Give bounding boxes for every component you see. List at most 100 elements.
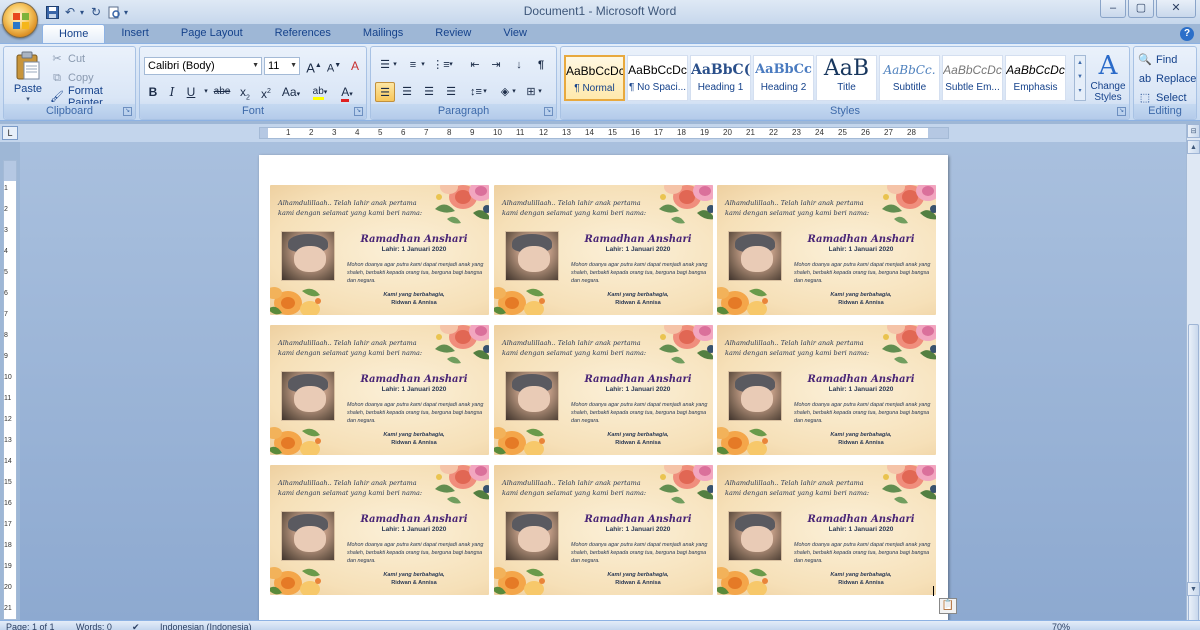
line-spacing-dropdown-icon[interactable]: ▾ bbox=[481, 82, 489, 102]
birth-date: Lahir: 1 Januari 2020 bbox=[828, 386, 894, 393]
baby-name: Ramadhan Anshari bbox=[807, 514, 915, 525]
flower-decoration bbox=[717, 279, 775, 315]
style-heading-1[interactable]: AaBbC( Heading 1 bbox=[690, 55, 751, 101]
shrink-font-button[interactable]: A▼ bbox=[324, 56, 344, 76]
replace-button[interactable]: ab Replace bbox=[1138, 70, 1196, 88]
paste-options-icon[interactable]: 📋 bbox=[939, 598, 957, 614]
invitation-card[interactable]: Alhamdulillaah.. Telah lahir anak pertam… bbox=[494, 185, 713, 315]
sort-icon[interactable]: ↓ bbox=[509, 55, 529, 75]
invitation-card[interactable]: Alhamdulillaah.. Telah lahir anak pertam… bbox=[717, 325, 936, 455]
office-button[interactable] bbox=[2, 2, 38, 38]
ribbon: Paste ▾ ✂ Cut ⧉ Copy 🖌 Format Painter Cl… bbox=[0, 43, 1200, 121]
style-heading-2[interactable]: AaBbCc Heading 2 bbox=[753, 55, 814, 101]
bullets-dropdown-icon[interactable]: ▾ bbox=[391, 55, 399, 75]
tab-home[interactable]: Home bbox=[42, 24, 106, 44]
grow-font-button[interactable]: A▲ bbox=[304, 56, 324, 76]
style-no-spacing[interactable]: AaBbCcDc ¶ No Spaci... bbox=[627, 55, 688, 101]
tab-view[interactable]: View bbox=[487, 24, 543, 44]
change-styles-button[interactable]: A Change Styles bbox=[1088, 51, 1128, 103]
card-parents: Ridwan & Annisa bbox=[838, 580, 884, 586]
scroll-down-icon[interactable]: ▼ bbox=[1187, 582, 1200, 596]
style-emphasis[interactable]: AaBbCcDc Emphasis bbox=[1005, 55, 1066, 101]
font-size-select[interactable]: 11 ▼ bbox=[264, 57, 300, 75]
proofing-icon[interactable]: ✔ bbox=[132, 622, 140, 630]
change-case-button[interactable]: Aa▾ bbox=[278, 82, 304, 102]
chevron-up-icon[interactable]: ▲ bbox=[1075, 56, 1085, 70]
numbering-dropdown-icon[interactable]: ▾ bbox=[419, 55, 427, 75]
shading-dropdown-icon[interactable]: ▾ bbox=[510, 82, 518, 102]
decrease-indent-icon[interactable]: ⇤ bbox=[465, 55, 485, 75]
tab-mailings[interactable]: Mailings bbox=[347, 24, 419, 44]
invitation-card[interactable]: Alhamdulillaah.. Telah lahir anak pertam… bbox=[717, 185, 936, 315]
borders-dropdown-icon[interactable]: ▾ bbox=[536, 82, 544, 102]
scroll-up-icon[interactable]: ▲ bbox=[1187, 140, 1200, 154]
chevron-down-icon[interactable]: ▼ bbox=[1075, 70, 1085, 84]
scroll-thumb[interactable] bbox=[1188, 324, 1199, 624]
ruler-tick-label: 8 bbox=[447, 128, 452, 137]
invitation-card[interactable]: Alhamdulillaah.. Telah lahir anak pertam… bbox=[717, 465, 936, 595]
birth-date: Lahir: 1 Januari 2020 bbox=[605, 246, 671, 253]
font-color-button[interactable]: A▾ bbox=[335, 82, 359, 102]
vruler-tick-label: 6 bbox=[4, 290, 8, 297]
tab-page-layout[interactable]: Page Layout bbox=[165, 24, 259, 44]
justify-icon[interactable]: ☰ bbox=[441, 82, 461, 102]
italic-button[interactable]: I bbox=[162, 82, 182, 102]
style-sample: AaBbC( bbox=[691, 62, 751, 78]
tab-references[interactable]: References bbox=[259, 24, 347, 44]
card-sign-line: Kami yang berbahagia, bbox=[383, 292, 445, 298]
style-name: Heading 1 bbox=[697, 82, 744, 93]
strikethrough-button[interactable]: abe bbox=[212, 82, 232, 102]
clipboard-launcher-icon[interactable]: ↘ bbox=[123, 107, 132, 116]
increase-indent-icon[interactable]: ⇥ bbox=[486, 55, 506, 75]
top-margin bbox=[4, 161, 16, 181]
invitation-card[interactable]: Alhamdulillaah.. Telah lahir anak pertam… bbox=[270, 185, 489, 315]
invitation-card[interactable]: Alhamdulillaah.. Telah lahir anak pertam… bbox=[494, 325, 713, 455]
zoom-level[interactable]: 70% bbox=[1052, 622, 1070, 630]
invitation-card[interactable]: Alhamdulillaah.. Telah lahir anak pertam… bbox=[494, 465, 713, 595]
baby-name: Ramadhan Anshari bbox=[584, 374, 692, 385]
language[interactable]: Indonesian (Indonesia) bbox=[160, 622, 252, 630]
vruler-tick-label: 1 bbox=[4, 185, 8, 192]
paragraph-launcher-icon[interactable]: ↘ bbox=[544, 107, 553, 116]
style-title[interactable]: AaB Title bbox=[816, 55, 877, 101]
align-left-icon[interactable]: ☰ bbox=[375, 82, 395, 102]
show-marks-icon[interactable]: ¶ bbox=[531, 55, 551, 75]
close-button[interactable]: ✕ bbox=[1156, 0, 1196, 18]
font-launcher-icon[interactable]: ↘ bbox=[354, 107, 363, 116]
style-sample: AaBbCcDc bbox=[943, 63, 1002, 77]
style-subtle-emphasis[interactable]: AaBbCcDc Subtle Em... bbox=[942, 55, 1003, 101]
invitation-card[interactable]: Alhamdulillaah.. Telah lahir anak pertam… bbox=[270, 465, 489, 595]
style-normal[interactable]: AaBbCcDc ¶ Normal bbox=[564, 55, 625, 101]
help-button[interactable]: ? bbox=[1180, 27, 1194, 41]
paste-dropdown-icon[interactable]: ▾ bbox=[10, 95, 46, 103]
highlight-button[interactable]: ab▾ bbox=[308, 82, 332, 102]
cut-button[interactable]: ✂ Cut bbox=[50, 50, 85, 68]
invitation-card[interactable]: Alhamdulillaah.. Telah lahir anak pertam… bbox=[270, 325, 489, 455]
find-button[interactable]: 🔍 Find bbox=[1138, 51, 1177, 69]
font-name-select[interactable]: Calibri (Body) ▼ bbox=[144, 57, 262, 75]
card-intro: Alhamdulillaah.. Telah lahir anak pertam… bbox=[278, 339, 423, 357]
tab-review[interactable]: Review bbox=[419, 24, 487, 44]
card-intro: Alhamdulillaah.. Telah lahir anak pertam… bbox=[278, 199, 423, 217]
align-center-icon[interactable]: ☰ bbox=[397, 82, 417, 102]
page-count[interactable]: Page: 1 of 1 bbox=[6, 622, 55, 630]
styles-scroll[interactable]: ▲ ▼ ▾ bbox=[1074, 55, 1086, 101]
multilevel-dropdown-icon[interactable]: ▾ bbox=[447, 55, 455, 75]
tab-insert[interactable]: Insert bbox=[105, 24, 165, 44]
minimize-button[interactable]: – bbox=[1100, 0, 1126, 18]
paste-button[interactable]: Paste ▾ bbox=[10, 51, 46, 103]
vertical-scrollbar[interactable]: ⊟ ▲ ▼ bbox=[1186, 124, 1200, 624]
style-subtitle[interactable]: AaBbCc. Subtitle bbox=[879, 55, 940, 101]
bold-button[interactable]: B bbox=[143, 82, 163, 102]
maximize-button[interactable]: ▢ bbox=[1128, 0, 1154, 18]
subscript-button[interactable]: x2 bbox=[235, 82, 255, 102]
styles-launcher-icon[interactable]: ↘ bbox=[1117, 107, 1126, 116]
clear-formatting-button[interactable]: A bbox=[345, 56, 365, 76]
align-right-icon[interactable]: ☰ bbox=[419, 82, 439, 102]
ruler-tick-label: 9 bbox=[470, 128, 475, 137]
more-styles-icon[interactable]: ▾ bbox=[1075, 84, 1085, 98]
tab-selector[interactable]: L bbox=[2, 126, 18, 140]
word-count[interactable]: Words: 0 bbox=[76, 622, 112, 630]
ruler-toggle-icon[interactable]: ⊟ bbox=[1187, 124, 1200, 138]
superscript-button[interactable]: x2 bbox=[256, 82, 276, 102]
